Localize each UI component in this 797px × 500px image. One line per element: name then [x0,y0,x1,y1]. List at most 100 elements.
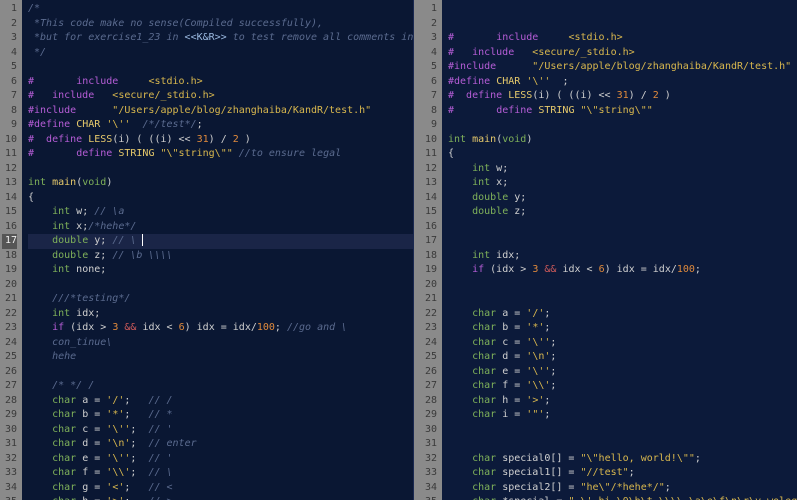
code-line[interactable]: char a = '/'; // / [28,395,173,406]
line-number: 4 [2,46,17,61]
line-number: 34 [2,481,17,496]
code-line[interactable]: # include <stdio.h> [28,76,203,87]
line-number: 5 [416,60,437,75]
code-line[interactable]: if (idx > 3 && idx < 6) idx = idx/100; /… [28,322,347,333]
line-number: 30 [2,423,17,438]
code-line[interactable]: int idx; [448,250,520,261]
code-line[interactable]: char h = '>'; // > [28,496,173,500]
code-line[interactable]: #define CHAR '\'' /*/test*/; [28,119,203,130]
code-line[interactable]: char c = '\''; // ' [28,424,173,435]
code-line[interactable]: # include <secure/_stdio.h> [448,47,635,58]
line-number: 21 [2,292,17,307]
line-number: 17 [2,234,17,249]
editor-pane-left[interactable]: 1234567891011121314151617181920212223242… [0,0,413,500]
code-line[interactable]: int idx; [28,308,100,319]
line-number: 2 [2,17,17,32]
code-line[interactable]: char c = '\''; [448,337,568,348]
line-number: 6 [2,75,17,90]
line-number: 16 [2,220,17,235]
code-line[interactable]: double z; [448,206,532,217]
code-line[interactable]: con_tinue\ [28,337,112,348]
code-line[interactable]: char special0[] = "\"hello, world!\""; [448,453,701,464]
code-line[interactable] [448,438,472,449]
line-number: 13 [2,176,17,191]
line-number: 17 [416,234,437,249]
code-line[interactable]: #include "/Users/apple/blog/zhanghaiba/K… [28,105,371,116]
code-line[interactable]: char h = '>'; [448,395,568,406]
line-number: 1 [416,2,437,17]
code-line[interactable]: # include <stdio.h> [448,32,623,43]
code-line[interactable]: char b = '*'; [448,322,568,333]
line-number: 25 [416,350,437,365]
code-line[interactable]: ///*testing*/ [28,293,130,304]
code-line[interactable]: int w; // \a [28,206,124,217]
line-number: 26 [2,365,17,380]
line-number: 31 [2,437,17,452]
code-line[interactable]: if (idx > 3 && idx < 6) idx = idx/100; [448,264,707,275]
code-line[interactable]: /* */ / [28,380,94,391]
line-number: 34 [416,481,437,496]
code-line[interactable]: { [448,148,454,159]
code-line[interactable]: char e = '\''; [448,366,568,377]
code-line[interactable]: # define LESS(i) ( ((i) << 31) / 2 ) [448,90,671,101]
code-line[interactable]: char special2[] = "he\"/*hehe*/"; [448,482,671,493]
code-line[interactable]: { [28,192,34,203]
line-number: 27 [416,379,437,394]
line-number: 15 [416,205,437,220]
line-number: 20 [2,278,17,293]
code-line[interactable]: double z; // \b \\\\ [28,250,173,261]
line-number: 2 [416,17,437,32]
code-line[interactable]: char f = '\\'; [448,380,568,391]
code-line[interactable]: # define LESS(i) ( ((i) << 31) / 2 ) [28,134,251,145]
code-line[interactable]: int x; [448,177,508,188]
gutter-right: 1234567891011121314151617181920212223242… [414,0,442,500]
code-line[interactable]: *This code make no sense(Compiled succes… [28,18,323,29]
code-line[interactable]: #include "/Users/apple/blog/zhanghaiba/K… [448,61,791,72]
line-number: 14 [416,191,437,206]
line-number: 10 [2,133,17,148]
code-line[interactable]: # define STRING "\"string\"" //to ensure… [28,148,341,159]
code-line[interactable]: char a = '/'; [448,308,568,319]
code-line[interactable]: *but for exercise1_23 in <<K&R>> to test… [28,32,413,43]
code-line[interactable]: char f = '\\'; // \ [28,467,173,478]
code-line[interactable]: char special1[] = "//test"; [448,467,635,478]
code-line[interactable]: */ [28,47,46,58]
line-number: 11 [2,147,17,162]
code-line[interactable]: char e = '\''; // ' [28,453,173,464]
code-line[interactable]: char i = '"'; [448,409,568,420]
code-line[interactable]: int main(void) [28,177,112,188]
code-area-left[interactable]: /* *This code make no sense(Compiled suc… [22,0,413,500]
code-line[interactable]: # define STRING "\"string\"" [448,105,659,116]
code-line[interactable]: #define CHAR '\'' ; [448,76,568,87]
editor-pane-right[interactable]: 1234567891011121314151617181920212223242… [413,0,797,500]
code-line[interactable]: char b = '*'; // * [28,409,173,420]
code-line[interactable]: # include <secure/_stdio.h> [28,90,215,101]
code-line[interactable]: hehe [28,351,76,362]
line-number: 35 [2,495,17,500]
line-number: 28 [416,394,437,409]
line-number: 8 [416,104,437,119]
code-area-right[interactable]: # include <stdio.h> # include <secure/_s… [442,0,797,500]
code-line[interactable]: int main(void) [448,134,532,145]
code-line[interactable]: char g = '<'; // < [28,482,173,493]
line-number: 4 [416,46,437,61]
line-number: 18 [2,249,17,264]
line-number: 12 [2,162,17,177]
code-line[interactable]: /* [28,3,40,14]
line-number: 19 [2,263,17,278]
line-number: 18 [416,249,437,264]
code-line[interactable]: double y; // \ [28,234,413,249]
line-number: 22 [2,307,17,322]
code-line[interactable]: char *special = " \' hi \0\b\t \\\\ \a\e… [448,496,797,500]
line-number: 5 [2,60,17,75]
code-line[interactable]: int x;/*hehe*/ [28,221,136,232]
line-number: 32 [416,452,437,467]
code-line[interactable]: double y; [448,192,532,203]
gutter-left: 1234567891011121314151617181920212223242… [0,0,22,500]
code-line[interactable]: int w; [448,163,514,174]
code-line[interactable]: int none; [28,264,106,275]
line-number: 27 [2,379,17,394]
code-line[interactable]: char d = '\n'; [448,351,568,362]
line-number: 11 [416,147,437,162]
code-line[interactable]: char d = '\n'; // enter [28,438,197,449]
